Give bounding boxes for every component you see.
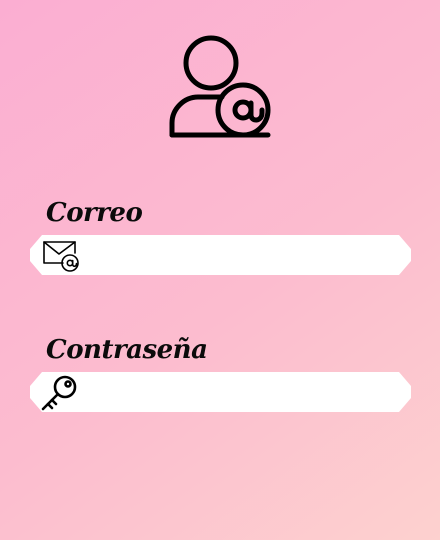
email-field[interactable]: [30, 235, 411, 275]
mail-at-icon: [43, 241, 79, 272]
email-input[interactable]: [90, 235, 390, 275]
password-field[interactable]: [30, 372, 411, 412]
email-label: Correo: [46, 198, 143, 228]
password-input[interactable]: [90, 372, 390, 412]
key-icon: [41, 375, 77, 411]
user-at-icon: [169, 35, 271, 138]
password-label: Contraseña: [46, 335, 208, 365]
